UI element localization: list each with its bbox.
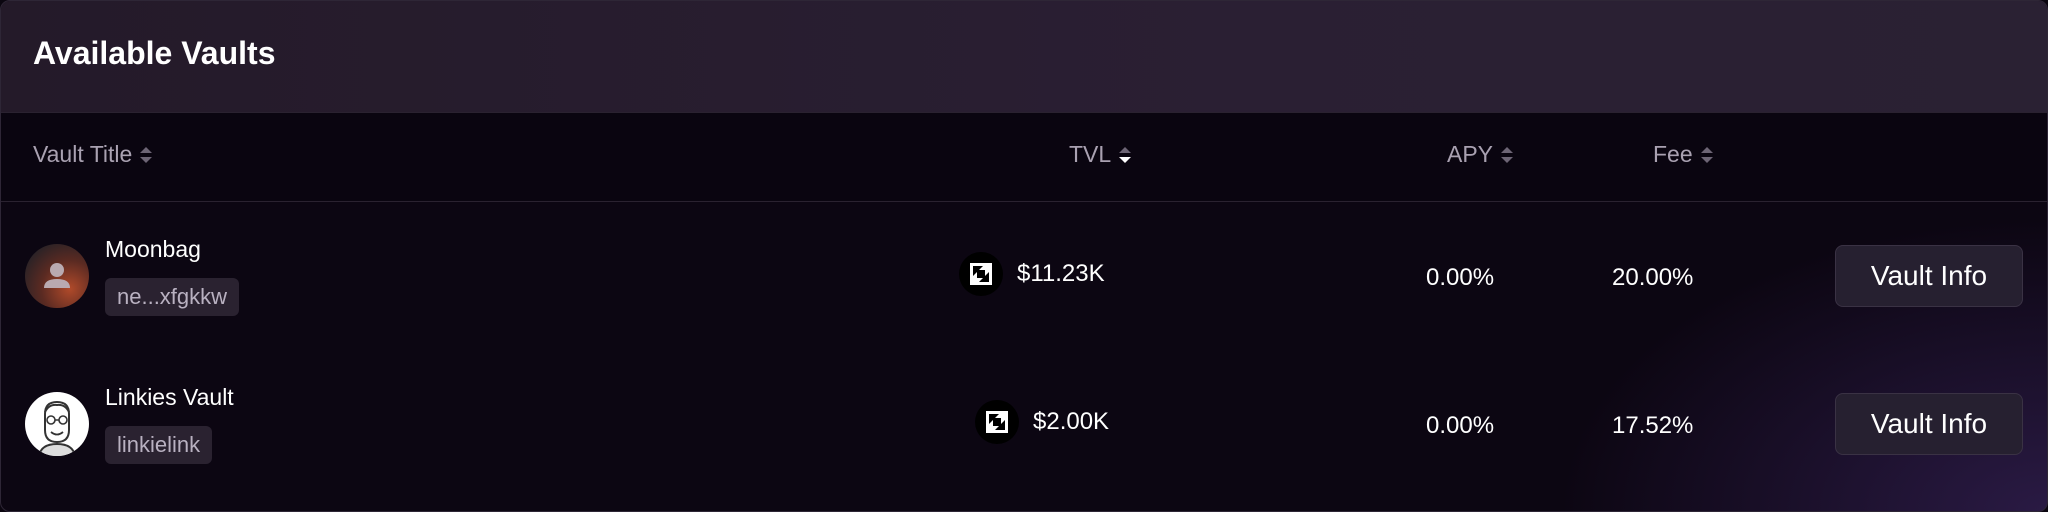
column-header-vault-title[interactable]: Vault Title (33, 141, 153, 168)
column-label: APY (1447, 141, 1494, 167)
vaults-panel: Available Vaults Vault Title TVL APY Fee… (0, 0, 2048, 512)
column-header-tvl[interactable]: TVL (1069, 141, 1132, 168)
vault-name: Linkies Vault (105, 384, 234, 410)
column-label: Fee (1653, 141, 1693, 167)
fee-value: 17.52% (1612, 412, 1694, 439)
vault-address-chip[interactable]: linkielink (105, 426, 213, 464)
user-silhouette-icon (25, 244, 89, 308)
column-header-apy[interactable]: APY (1447, 141, 1514, 168)
sort-icon (1501, 145, 1514, 165)
panel-header: Available Vaults (1, 1, 2047, 113)
apy-value: 0.00% (1426, 412, 1495, 439)
vault-info-button[interactable]: Vault Info (1835, 393, 2023, 455)
sort-desc-icon (1119, 145, 1132, 165)
table-row: Linkies Vault linkielink $2.00K 0.00% 17… (1, 350, 2047, 498)
fee-value: 20.00% (1612, 264, 1694, 291)
apy-value: 0.00% (1426, 264, 1495, 291)
token-icon (959, 252, 1003, 296)
column-label: Vault Title (33, 141, 133, 167)
table-row: Moonbag ne...xfgkkw $11.23K 0.00% 20.00%… (1, 202, 2047, 350)
tvl-value: $11.23K (1017, 260, 1105, 287)
table-header: Vault Title TVL APY Fee (1, 113, 2047, 202)
page-title: Available Vaults (33, 35, 276, 71)
vault-address-chip[interactable]: ne...xfgkkw (105, 278, 240, 316)
tvl-cell: $11.23K (959, 252, 1105, 296)
column-label: TVL (1069, 141, 1112, 167)
vault-info-button[interactable]: Vault Info (1835, 245, 2023, 307)
token-icon (975, 400, 1019, 444)
tvl-value: $2.00K (1033, 408, 1110, 435)
tvl-cell: $2.00K (975, 400, 1109, 444)
vault-name: Moonbag (105, 236, 201, 262)
column-header-fee[interactable]: Fee (1653, 141, 1713, 168)
sort-icon (140, 145, 153, 165)
sort-icon (1700, 145, 1713, 165)
cartoon-face-avatar (25, 392, 89, 456)
